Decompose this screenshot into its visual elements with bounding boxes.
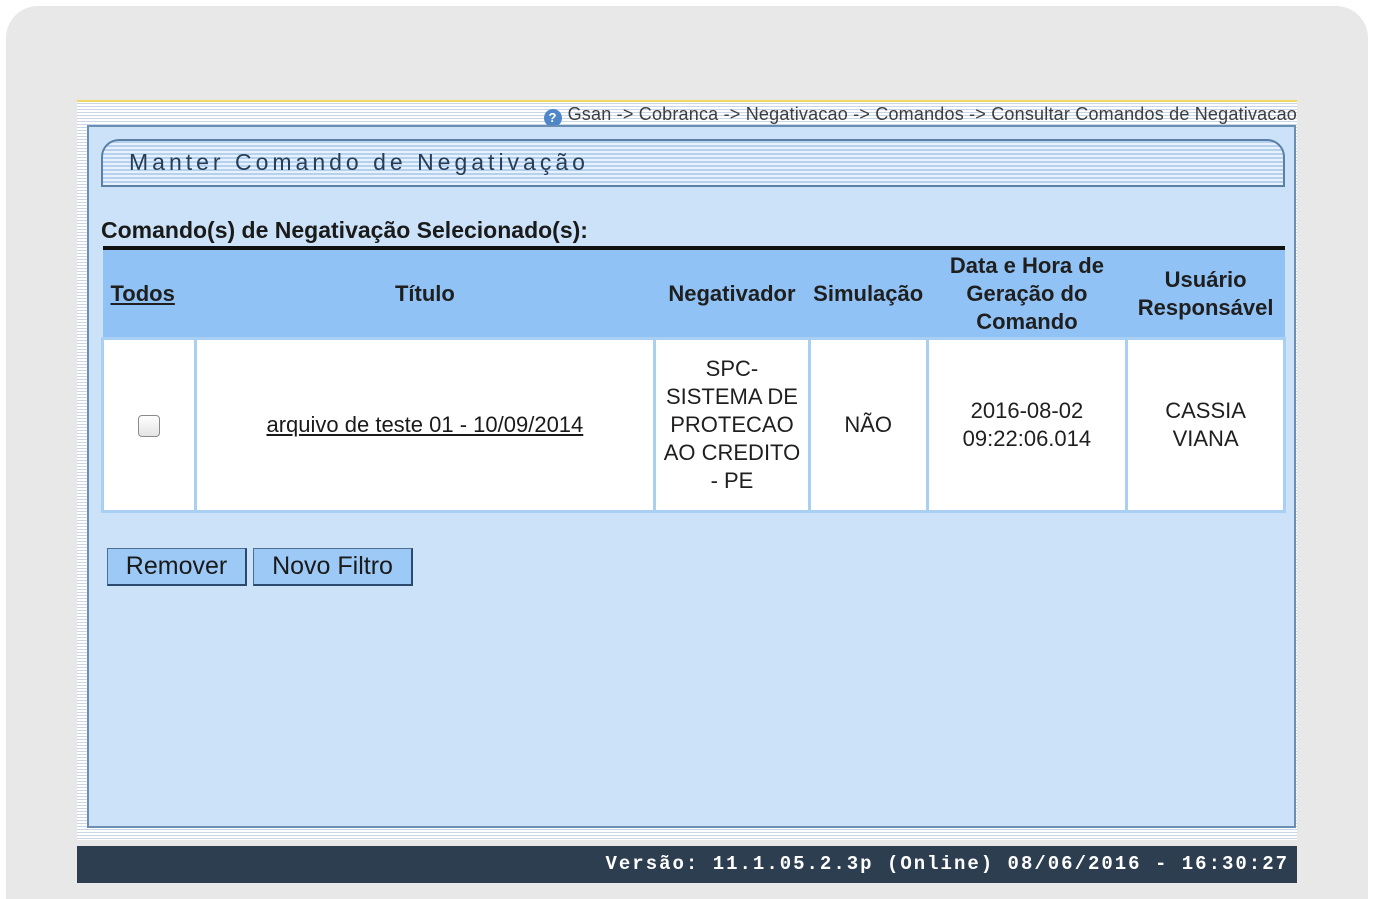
- breadcrumb: ? Gsan -> Cobranca -> Negativacao -> Coma…: [77, 100, 1297, 127]
- main-content: Manter Comando de Negativação Comando(s)…: [87, 125, 1296, 828]
- simulacao-cell: NÃO: [807, 337, 929, 513]
- data-hora-header: Data e Hora de Geração do Comando: [927, 248, 1127, 339]
- section-label: Comando(s) de Negativação Selecionado(s)…: [101, 217, 588, 243]
- page-header: Manter Comando de Negativação: [101, 139, 1285, 187]
- titulo-header: Título: [195, 248, 655, 339]
- simulacao-header: Simulação: [809, 248, 928, 339]
- novo-filtro-button[interactable]: Novo Filtro: [253, 548, 413, 586]
- usuario-header: Usuário Responsável: [1126, 248, 1285, 339]
- data-hora-cell: 2016-08-02 09:22:06.014: [925, 337, 1129, 513]
- breadcrumb-text: Gsan -> Cobranca -> Negativacao -> Coman…: [567, 104, 1297, 124]
- todos-header-link[interactable]: Todos: [102, 248, 196, 339]
- negativador-header: Negativador: [654, 248, 810, 339]
- remover-button[interactable]: Remover: [107, 548, 247, 586]
- titulo-cell: arquivo de teste 01 - 10/09/2014: [193, 337, 657, 513]
- table-row: arquivo de teste 01 - 10/09/2014 SPC-SIS…: [101, 337, 1286, 513]
- row-checkbox[interactable]: [137, 415, 160, 438]
- negativador-cell: SPC-SISTEMA DE PROTECAO AO CREDITO - PE: [653, 337, 811, 513]
- version-footer: Versão: 11.1.05.2.3p (Online) 08/06/2016…: [77, 846, 1297, 883]
- titulo-link[interactable]: arquivo de teste 01 - 10/09/2014: [266, 412, 583, 437]
- results-table: Todos Título Negativador Simulação Data …: [101, 246, 1286, 513]
- table-header-row: Todos Título Negativador Simulação Data …: [102, 248, 1285, 339]
- usuario-cell: CASSIA VIANA: [1125, 337, 1286, 513]
- select-cell: [101, 337, 197, 513]
- page-title: Manter Comando de Negativação: [129, 149, 589, 175]
